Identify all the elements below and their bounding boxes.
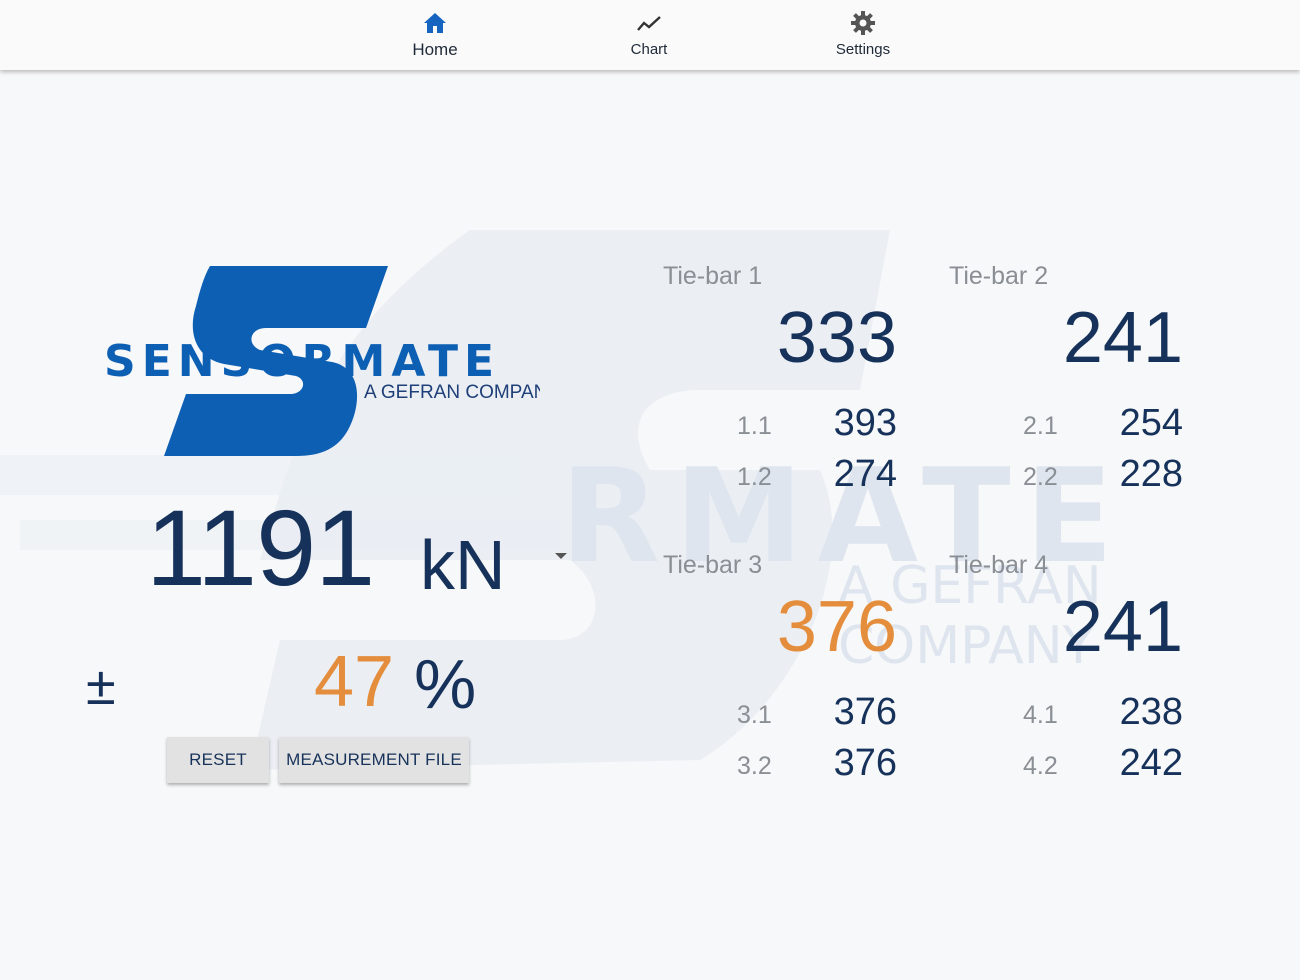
sensor-4-2-value: 242 <box>1119 742 1183 784</box>
logo-brand-text: SENSORMATE <box>104 336 500 387</box>
tie-bar-2-value: 241 <box>1062 298 1183 378</box>
nav-tab-chart[interactable]: Chart <box>569 0 729 70</box>
tie-bar-3-panel: Tie-bar 3 376 3.1 376 3.2 376 <box>663 551 953 821</box>
tie-bar-2-panel: Tie-bar 2 241 2.1 254 2.2 228 <box>949 262 1239 532</box>
nav-tab-home-label: Home <box>412 40 458 59</box>
sensor-3-2-label: 3.2 <box>737 752 772 780</box>
gear-icon <box>850 10 876 36</box>
nav-tab-settings-label: Settings <box>835 41 891 58</box>
tie-bar-3-value: 376 <box>776 587 897 667</box>
sensor-2-1-value: 254 <box>1119 402 1183 444</box>
nav-tab-settings[interactable]: Settings <box>783 0 943 70</box>
sensor-3-2-value: 376 <box>833 742 897 784</box>
logo-tagline: A GEFRAN COMPANY <box>364 382 540 403</box>
tie-bar-2-title: Tie-bar 2 <box>949 262 1049 290</box>
sensor-1-2-label: 1.2 <box>737 463 772 491</box>
tie-bar-4-title: Tie-bar 4 <box>949 551 1049 579</box>
sensor-4-1-value: 238 <box>1119 691 1183 733</box>
measurement-file-button[interactable]: MEASUREMENT FILE <box>279 737 469 783</box>
sensor-2-1-label: 2.1 <box>1023 412 1058 440</box>
sensor-3-1-label: 3.1 <box>737 701 772 729</box>
tie-bar-3-title: Tie-bar 3 <box>663 551 763 579</box>
sensormate-logo: SENSORMATE A GEFRAN COMPANY <box>100 264 560 460</box>
sensor-4-2-label: 4.2 <box>1023 752 1058 780</box>
sensor-1-1-value: 393 <box>833 402 897 444</box>
chart-line-icon <box>636 10 662 36</box>
reset-button[interactable]: RESET <box>167 737 269 783</box>
sensor-3-1-value: 376 <box>833 691 897 733</box>
sensor-4-1-label: 4.1 <box>1023 701 1058 729</box>
tie-bar-1-title: Tie-bar 1 <box>663 262 763 290</box>
tie-bar-1-value: 333 <box>776 298 897 378</box>
unit-dropdown-caret-icon[interactable] <box>555 553 567 559</box>
sensor-1-1-label: 1.1 <box>737 412 772 440</box>
deviation-percent-unit: % <box>414 645 477 723</box>
total-force-unit: kN <box>420 526 506 604</box>
deviation-percent-value: 47 <box>314 642 395 722</box>
nav-tab-home[interactable]: Home <box>355 0 515 70</box>
sensor-2-2-label: 2.2 <box>1023 463 1058 491</box>
tie-bar-4-panel: Tie-bar 4 241 4.1 238 4.2 242 <box>949 551 1239 821</box>
sensor-1-2-value: 274 <box>833 453 897 495</box>
nav-tab-chart-label: Chart <box>630 41 668 58</box>
sensor-2-2-value: 228 <box>1119 453 1183 495</box>
tie-bar-1-panel: Tie-bar 1 333 1.1 393 1.2 274 <box>663 262 953 532</box>
total-force-value: 1191 <box>146 487 375 608</box>
plus-minus-symbol: ± <box>86 656 116 716</box>
top-navigation-bar: Home Chart Settings <box>0 0 1300 70</box>
home-icon <box>422 10 448 36</box>
tie-bar-4-value: 241 <box>1062 587 1183 667</box>
